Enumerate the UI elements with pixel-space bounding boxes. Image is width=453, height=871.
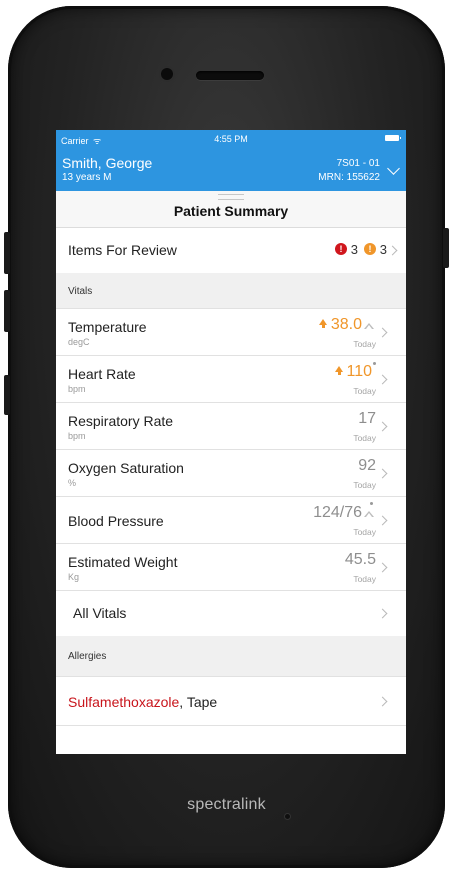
device-brand-logo: spectralink (187, 796, 266, 813)
all-vitals-row[interactable]: All Vitals (56, 591, 406, 637)
section-label-vitals: Vitals (68, 286, 93, 297)
chevron-right-icon (377, 421, 388, 432)
note-indicator-dot (373, 362, 376, 365)
earpiece-speaker (196, 71, 264, 80)
red-alert-count: 3 (350, 242, 358, 257)
vital-time: Today (353, 386, 376, 396)
vital-row-respiratory-rate[interactable]: Respiratory Rate bpm 17 Today (56, 403, 406, 450)
vital-row-temperature[interactable]: Temperature degC 38.0 Today (56, 309, 406, 356)
vital-unit: Kg (68, 572, 80, 582)
chevron-right-icon (377, 608, 388, 619)
title-bar: Patient Summary (56, 191, 406, 228)
abnormal-high-icon (335, 366, 343, 375)
side-button-left-3 (4, 375, 10, 415)
side-button-left-2 (4, 290, 10, 332)
chevron-right-icon (377, 327, 388, 338)
patient-location: 7S01 - 01 (336, 158, 380, 169)
trend-icon (364, 511, 374, 517)
app-screen: Carrier ᯤ 4:55 PM Smith, George 13 years… (56, 130, 406, 754)
status-bar: Carrier ᯤ 4:55 PM (56, 132, 406, 146)
vital-value: 92 (358, 457, 376, 474)
alert-red-icon: ! (335, 243, 347, 255)
status-time: 4:55 PM (214, 134, 248, 144)
front-camera (161, 68, 173, 80)
alert-orange-icon: ! (364, 243, 376, 255)
vital-unit: bpm (68, 431, 86, 441)
vital-time: Today (353, 527, 376, 537)
patient-mrn: MRN: 155622 (318, 172, 380, 183)
section-header-vitals: Vitals (56, 273, 406, 309)
vital-value: 124/76 (313, 504, 362, 521)
allergy-primary: Sulfamethoxazole (68, 694, 180, 710)
section-label-allergies: Allergies (68, 651, 107, 662)
vital-label: Temperature (68, 319, 147, 335)
vital-row-oxygen-saturation[interactable]: Oxygen Saturation % 92 Today (56, 450, 406, 497)
section-header-allergies: Allergies (56, 636, 406, 677)
patient-age-sex: 13 years M (62, 172, 112, 183)
trend-icon (364, 323, 374, 329)
allergies-text: Sulfamethoxazole, Tape (68, 694, 217, 710)
vital-label: Blood Pressure (68, 513, 164, 529)
side-button-left-1 (4, 232, 10, 274)
items-for-review-row[interactable]: Items For Review ! 3 ! 3 (56, 228, 406, 274)
vital-value: 110 (346, 363, 372, 380)
chevron-right-icon (377, 562, 388, 573)
patient-header[interactable]: Carrier ᯤ 4:55 PM Smith, George 13 years… (56, 130, 406, 191)
abnormal-high-icon (319, 319, 327, 328)
chevron-down-icon[interactable] (387, 162, 400, 175)
vital-label: Oxygen Saturation (68, 460, 184, 476)
allergy-other: , Tape (179, 694, 218, 710)
vital-unit: % (68, 478, 77, 488)
vital-label: Estimated Weight (68, 554, 178, 570)
allergies-row[interactable]: Sulfamethoxazole, Tape (56, 677, 406, 726)
vital-label: Heart Rate (68, 366, 136, 382)
chevron-right-icon (387, 245, 398, 256)
patient-name: Smith, George (62, 155, 153, 171)
vital-time: Today (353, 433, 376, 443)
vital-value: 45.5 (344, 551, 376, 568)
drag-handle-icon[interactable] (218, 194, 244, 200)
microphone-hole (285, 814, 290, 819)
side-button-right (443, 228, 449, 268)
orange-alert-count: 3 (379, 242, 387, 257)
chevron-right-icon (377, 515, 388, 526)
chevron-right-icon (377, 468, 388, 479)
vital-label: Respiratory Rate (68, 413, 174, 429)
vital-time: Today (353, 339, 376, 349)
all-vitals-label: All Vitals (73, 605, 127, 621)
vital-row-blood-pressure[interactable]: Blood Pressure 124/76 Today (56, 497, 406, 544)
vital-unit: degC (68, 337, 90, 347)
vital-row-estimated-weight[interactable]: Estimated Weight Kg 45.5 Today (56, 544, 406, 591)
vital-row-heart-rate[interactable]: Heart Rate bpm 110 Today (56, 356, 406, 403)
chevron-right-icon (377, 374, 388, 385)
note-indicator-dot (370, 502, 373, 505)
vital-time: Today (353, 574, 376, 584)
vital-unit: bpm (68, 384, 86, 394)
chevron-right-icon (377, 696, 388, 707)
page-title: Patient Summary (173, 203, 289, 219)
vital-time: Today (353, 480, 376, 490)
items-for-review-label: Items For Review (68, 242, 177, 258)
vital-value: 38.0 (330, 316, 362, 333)
battery-icon (385, 135, 401, 141)
vital-value: 17 (358, 410, 376, 427)
